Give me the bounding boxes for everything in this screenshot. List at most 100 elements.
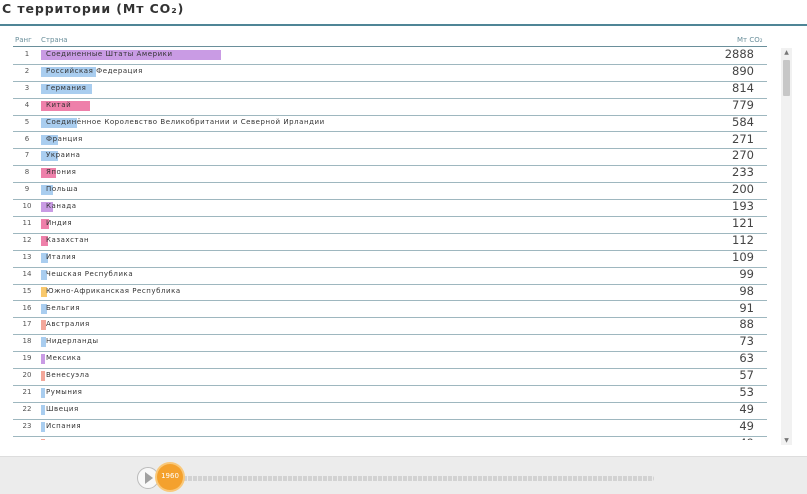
table-row[interactable]: 2 Российская Федерация 890 [13, 64, 767, 82]
timeline-panel [0, 456, 807, 494]
table-row[interactable]: 13 Италия 109 [13, 250, 767, 268]
row-rank: 8 [24, 168, 30, 177]
row-rank: 9 [24, 185, 30, 194]
year-label: 1960 [161, 472, 179, 480]
row-rank: 2 [24, 66, 30, 75]
row-rank: 3 [24, 83, 30, 92]
emission-bar [41, 354, 45, 365]
row-rank: 11 [22, 219, 32, 227]
row-rank: 5 [24, 117, 30, 126]
emission-value: 584 [732, 114, 754, 129]
table-row[interactable]: 12 Казахстан 112 [13, 233, 767, 251]
row-rank: 6 [24, 134, 30, 143]
play-icon [145, 472, 153, 484]
table-row[interactable]: 20 Венесуэла 57 [13, 368, 767, 386]
ranking-table: 1 Соединенные Штаты Америки 2888 2 Российска… [13, 47, 767, 440]
country-name: Испания [46, 421, 82, 430]
emission-value: 270 [732, 148, 754, 163]
emission-value: 49 [739, 401, 754, 416]
emission-value: 890 [732, 63, 754, 78]
emission-bar [41, 371, 45, 382]
scroll-up-arrow-icon[interactable]: ▲ [781, 48, 792, 57]
row-rank: 14 [22, 269, 32, 278]
emission-bar [41, 404, 45, 415]
table-row[interactable]: 21 Румыния 53 [13, 385, 767, 403]
emission-bar [41, 421, 45, 432]
table-row[interactable]: 24 Аргентина 49 [13, 436, 767, 440]
row-rank: 16 [22, 303, 32, 312]
row-rank: 13 [22, 252, 32, 261]
column-header-value: Мт CO₂ [737, 36, 763, 44]
country-name: Китай [46, 100, 72, 109]
row-rank: 24 [13, 439, 41, 440]
emission-value: 109 [732, 249, 754, 264]
country-name: Нидерланды [46, 337, 99, 346]
table-row[interactable]: 19 Мексика 63 [13, 351, 767, 370]
emission-value: 53 [739, 385, 754, 399]
scrollbar[interactable]: ▲ ▼ [781, 48, 792, 445]
country-name: Бельгия [46, 303, 80, 312]
country-name: Япония [46, 168, 77, 177]
country-name: Соединенные Штаты Америки [46, 50, 173, 58]
table-row[interactable]: 15 Южно-Африканская Республика 98 [13, 284, 767, 302]
emission-value: 49 [739, 418, 754, 433]
country-name: Польша [46, 185, 79, 194]
emission-value: 814 [732, 80, 754, 95]
country-name: Германия [46, 83, 87, 92]
emission-value: 73 [739, 334, 754, 349]
row-rank: 21 [22, 388, 32, 396]
scrollbar-thumb[interactable] [783, 60, 790, 96]
year-timeline-track[interactable] [168, 476, 654, 481]
table-row[interactable]: 17 Австралия 88 [13, 317, 767, 336]
table-row[interactable]: 11 Индия 121 [13, 216, 767, 234]
table-row[interactable]: 23 Испания 49 [13, 419, 767, 437]
country-name: Соединённое Королевство Великобритании и… [46, 117, 325, 126]
table-row[interactable]: 1 Соединенные Штаты Америки 2888 [13, 47, 767, 65]
country-name: Румыния [46, 388, 83, 396]
table-row[interactable]: 4 Китай 779 [13, 98, 767, 116]
country-name: Венесуэла [46, 371, 90, 380]
country-name: Италия [46, 252, 77, 261]
country-name: Чешская Республика [46, 269, 134, 278]
emission-value: 271 [732, 131, 754, 146]
scroll-down-arrow-icon[interactable]: ▼ [781, 436, 792, 445]
column-header-country: Страна [41, 36, 68, 44]
row-rank: 19 [22, 354, 32, 363]
table-row[interactable]: 10 Канада 193 [13, 199, 767, 217]
column-header-rank: Ранг [15, 36, 32, 44]
row-rank: 7 [24, 151, 30, 160]
table-row[interactable]: 7 Украина 270 [13, 148, 767, 167]
emission-value: 98 [739, 283, 754, 298]
emission-value: 99 [739, 266, 754, 281]
row-rank: 18 [22, 337, 32, 346]
row-rank: 4 [24, 100, 30, 109]
row-rank: 10 [22, 202, 32, 211]
row-rank: 12 [22, 235, 32, 244]
emission-value: 121 [732, 216, 754, 230]
country-name: Швеция [46, 404, 79, 413]
country-name: Аргентина [46, 439, 90, 440]
emission-value: 88 [739, 317, 754, 332]
table-row[interactable]: 6 Франция 271 [13, 132, 767, 150]
emission-value: 91 [739, 300, 754, 315]
emission-value: 63 [739, 351, 754, 366]
table-row[interactable]: 14 Чешская Республика 99 [13, 267, 767, 285]
country-name: Мексика [46, 354, 82, 363]
country-name: Канада [46, 202, 77, 211]
play-button[interactable] [137, 467, 159, 489]
year-slider-handle[interactable]: 1960 [157, 464, 183, 490]
emission-value: 193 [732, 199, 754, 214]
emission-value: 2888 [724, 47, 754, 61]
table-row[interactable]: 9 Польша 200 [13, 182, 767, 201]
table-row[interactable]: 22 Швеция 49 [13, 402, 767, 420]
country-name: Казахстан [46, 235, 90, 244]
table-row[interactable]: 8 Япония 233 [13, 165, 767, 184]
emission-bar [41, 337, 46, 348]
table-row[interactable]: 18 Нидерланды 73 [13, 334, 767, 353]
table-row[interactable]: 5 Соединённое Королевство Великобритании … [13, 115, 767, 133]
row-rank: 20 [22, 371, 32, 380]
emission-bar [41, 388, 45, 398]
table-row[interactable]: 3 Германия 814 [13, 81, 767, 99]
emission-value: 112 [732, 232, 754, 247]
table-row[interactable]: 16 Бельгия 91 [13, 301, 767, 319]
